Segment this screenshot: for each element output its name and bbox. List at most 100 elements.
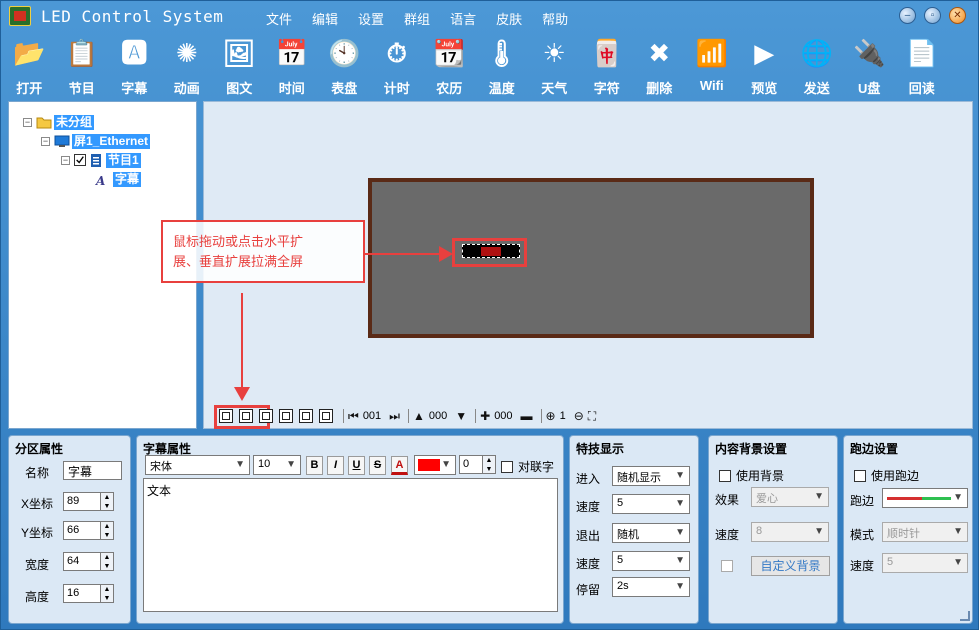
spacing-stepper[interactable]: 0 ▲ ▼ <box>459 455 496 474</box>
tree-node-root[interactable]: − 未分组 <box>23 114 95 130</box>
bg-speed-select[interactable]: 8 ▼ <box>751 522 829 542</box>
couplet-checkbox[interactable] <box>501 460 513 473</box>
toolbar-button-send[interactable]: 🌐 发送 <box>791 31 844 99</box>
move-down-icon[interactable]: ▼ <box>455 409 467 423</box>
use-bg-checkbox[interactable] <box>719 469 731 482</box>
collapse-icon[interactable]: − <box>41 136 50 146</box>
menu-settings[interactable]: 设置 <box>358 9 384 28</box>
first-frame-icon[interactable]: ⏮ <box>348 409 359 424</box>
height-input[interactable]: 16 <box>63 584 101 603</box>
use-border-row[interactable]: 使用跑边 <box>854 467 919 484</box>
resize-grip[interactable] <box>960 611 970 621</box>
bg-effect-select[interactable]: 爱心 ▼ <box>751 487 829 507</box>
zoom-out-icon[interactable]: ⊖ <box>574 409 584 423</box>
menu-edit[interactable]: 编辑 <box>312 9 338 28</box>
toolbar-button-thermometer[interactable]: 🌡 温度 <box>476 31 529 99</box>
menu-file[interactable]: 文件 <box>266 9 292 28</box>
menu-group[interactable]: 群组 <box>404 9 430 28</box>
toolbar-button-image-text[interactable]: 🖼 图文 <box>213 31 266 99</box>
custom-bg-button[interactable]: 自定义背景 <box>751 556 830 576</box>
y-stepper[interactable]: 66 ▲ ▼ <box>63 521 114 540</box>
zoom-in-icon[interactable]: ⊕ <box>546 409 556 423</box>
align-bottom-button[interactable] <box>319 409 333 423</box>
align-center-button[interactable] <box>279 409 293 423</box>
toolbar-button-animation[interactable]: ✺ 动画 <box>161 31 214 99</box>
expand-horizontal-button[interactable] <box>219 409 233 423</box>
menu-language[interactable]: 语言 <box>450 9 476 28</box>
subtitle-text-area[interactable]: 文本 <box>143 478 558 612</box>
minus-icon[interactable]: ▬ <box>521 409 533 423</box>
height-stepper[interactable]: 16 ▲ ▼ <box>63 584 114 603</box>
plus-icon[interactable]: ✚ <box>480 409 490 423</box>
minimize-icon[interactable]: – <box>899 7 916 24</box>
toolbar-button-program-list[interactable]: 📋 节目 <box>56 31 109 99</box>
toolbar-button-wifi[interactable]: 📶 Wifi <box>686 31 739 99</box>
toolbar-button-preview-play[interactable]: ▶ 预览 <box>738 31 791 99</box>
underline-button[interactable]: U <box>348 456 365 475</box>
x-input[interactable]: 89 <box>63 492 101 511</box>
toolbar-button-calendar-time[interactable]: 📅 时间 <box>266 31 319 99</box>
toolbar-button-clock-dial[interactable]: 🕙 表盘 <box>318 31 371 99</box>
close-icon[interactable]: ✕ <box>949 7 966 24</box>
x-stepper[interactable]: 89 ▲ ▼ <box>63 492 114 511</box>
strike-button[interactable]: S <box>369 456 386 475</box>
italic-button[interactable]: I <box>327 456 344 475</box>
spacing-spin-arrows[interactable]: ▲ ▼ <box>483 455 496 474</box>
spacing-input[interactable]: 0 <box>459 455 483 474</box>
font-select[interactable]: 宋体 ▼ <box>145 455 250 475</box>
height-spin-arrows[interactable]: ▲ ▼ <box>101 584 114 603</box>
enter-speed-select[interactable]: 5 ▼ <box>612 494 690 514</box>
restore-icon[interactable]: ▫ <box>924 7 941 24</box>
led-screen-preview[interactable] <box>368 178 814 338</box>
toolbar-button-delete-x[interactable]: ✖ 删除 <box>633 31 686 99</box>
toolbar-button-folder-open[interactable]: 📂 打开 <box>3 31 56 99</box>
fit-screen-icon[interactable]: ⛶ <box>588 409 596 424</box>
toolbar-button-sun-weather[interactable]: ☀ 天气 <box>528 31 581 99</box>
border-mode-select[interactable]: 顺时针 ▼ <box>882 522 968 542</box>
title-bar[interactable]: LED Control System 文件 编辑 设置 群组 语言 皮肤 帮助 … <box>1 1 978 31</box>
chevron-down-icon: ▼ <box>675 581 685 592</box>
couplet-checkbox-row[interactable]: 对联字 <box>501 458 554 475</box>
border-style-select[interactable]: ▼ <box>882 488 968 508</box>
bold-button[interactable]: B <box>306 456 323 475</box>
menu-skin[interactable]: 皮肤 <box>496 9 522 28</box>
program-checkbox[interactable] <box>74 154 86 166</box>
align-right-button[interactable] <box>299 409 313 423</box>
size-select[interactable]: 10 ▼ <box>253 455 301 475</box>
width-spin-arrows[interactable]: ▲ ▼ <box>101 552 114 571</box>
move-up-icon[interactable]: ▲ <box>413 409 425 423</box>
border-speed-select[interactable]: 5 ▼ <box>882 553 968 573</box>
toolbar-button-timer[interactable]: ⏱ 计时 <box>371 31 424 99</box>
toolbar-button-character[interactable]: 🀄 字符 <box>581 31 634 99</box>
y-spin-arrows[interactable]: ▲ ▼ <box>101 521 114 540</box>
width-input[interactable]: 64 <box>63 552 101 571</box>
expand-vertical-button[interactable] <box>239 409 253 423</box>
align-left-button[interactable] <box>259 409 273 423</box>
collapse-icon[interactable]: − <box>23 117 32 127</box>
use-border-checkbox[interactable] <box>854 469 866 482</box>
exit-speed-select[interactable]: 5 ▼ <box>612 551 690 571</box>
exit-effect-select[interactable]: 随机 ▼ <box>612 523 690 543</box>
x-spin-arrows[interactable]: ▲ ▼ <box>101 492 114 511</box>
menu-help[interactable]: 帮助 <box>542 9 568 28</box>
toolbar-button-readback[interactable]: 📄 回读 <box>896 31 949 99</box>
tree-node-screen[interactable]: − 屏1_Ethernet <box>41 133 151 149</box>
tree-node-subtitle[interactable]: A 字幕 <box>95 171 142 187</box>
last-frame-icon[interactable]: ⏭ <box>389 409 400 424</box>
tree-node-program[interactable]: − 节目1 <box>61 152 141 168</box>
y-input[interactable]: 66 <box>63 521 101 540</box>
width-stepper[interactable]: 64 ▲ ▼ <box>63 552 114 571</box>
enter-effect-select[interactable]: 随机显示 ▼ <box>612 466 690 486</box>
name-input[interactable]: 字幕 <box>63 461 122 480</box>
calendar-time-icon: 📅 <box>275 38 308 68</box>
stay-time-select[interactable]: 2s ▼ <box>612 577 690 597</box>
color-select[interactable]: ▼ <box>414 455 456 475</box>
text-color-icon[interactable]: A <box>391 456 408 475</box>
toolbar-button-subtitle[interactable]: 🅰 字幕 <box>108 31 161 99</box>
toolbar-button-usb-drive[interactable]: 🔌 U盘 <box>843 31 896 99</box>
custom-bg-checkbox[interactable] <box>721 560 733 572</box>
use-bg-row[interactable]: 使用背景 <box>719 467 784 484</box>
chevron-down-icon: ▼ <box>814 526 824 537</box>
collapse-icon[interactable]: − <box>61 155 70 165</box>
toolbar-button-lunar-calendar[interactable]: 📆 农历 <box>423 31 476 99</box>
